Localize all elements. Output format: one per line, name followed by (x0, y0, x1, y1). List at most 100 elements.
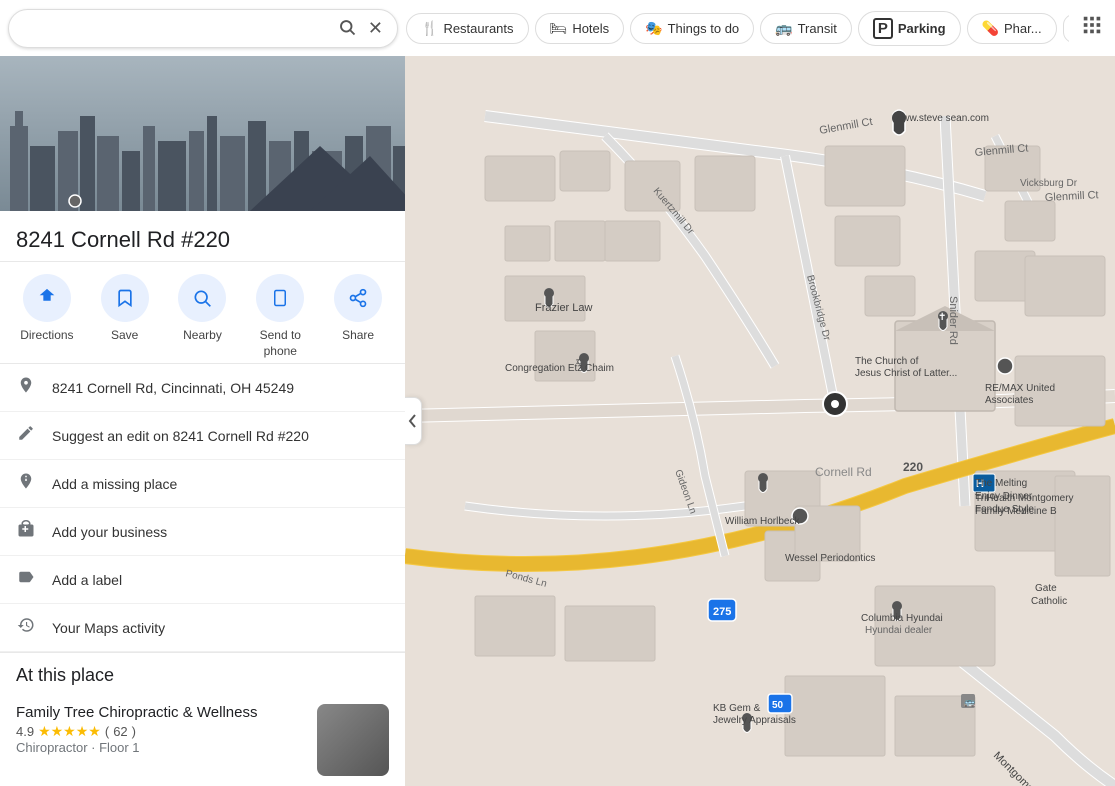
save-label: Save (111, 328, 138, 344)
directions-icon (23, 274, 71, 322)
stars-icon: ★★★★★ (38, 723, 101, 740)
left-panel: 8241 Cornell Rd #220 Directions Save (0, 56, 405, 786)
search-input[interactable]: 8241 Cornell Rd #220 (21, 20, 328, 37)
svg-text:Enjoy Dinner: Enjoy Dinner (975, 491, 1033, 502)
nearby-icon (178, 274, 226, 322)
svg-text:The Church of: The Church of (855, 356, 919, 367)
svg-text:Vicksburg Dr: Vicksburg Dr (1020, 178, 1078, 189)
address-list-text: 8241 Cornell Rd, Cincinnati, OH 45249 (52, 380, 294, 396)
tab-hotels[interactable]: 🛏 Hotels (535, 13, 625, 44)
map-container: ✡ ✝ (405, 56, 1115, 786)
svg-text:🚌: 🚌 (964, 697, 975, 707)
send-to-phone-button[interactable]: Send to phone (250, 274, 310, 359)
maps-activity-list-item[interactable]: Your Maps activity (0, 604, 405, 652)
place-name: Family Tree Chiropractic & Wellness (16, 704, 305, 721)
tab-pharmacy-label: Phar... (1004, 21, 1042, 36)
share-icon (334, 274, 382, 322)
more-button[interactable]: › (1063, 14, 1069, 43)
add-label-icon (16, 568, 36, 591)
clear-button[interactable]: ✕ (366, 16, 385, 41)
send-to-phone-icon (256, 274, 304, 322)
svg-text:220: 220 (903, 460, 923, 474)
hotels-icon: 🛏 (550, 20, 568, 37)
tab-things-label: Things to do (668, 21, 740, 36)
place-type: Chiropractor · Floor 1 (16, 740, 305, 755)
collapse-panel-button[interactable] (405, 397, 422, 445)
review-count: ( (105, 724, 109, 739)
tab-restaurants[interactable]: 🍴 Restaurants (406, 13, 529, 44)
review-count-value: 62 (113, 724, 127, 739)
edit-icon (16, 424, 36, 447)
svg-text:Hyundai dealer: Hyundai dealer (865, 625, 933, 636)
svg-text:Frazier Law: Frazier Law (535, 302, 593, 314)
directions-button[interactable]: Directions (17, 274, 77, 359)
svg-text:KB Gem &: KB Gem & (713, 703, 761, 714)
add-label-list-item[interactable]: Add a label (0, 556, 405, 604)
svg-text:Jewelry Appraisals: Jewelry Appraisals (713, 715, 796, 726)
svg-text:Fondue Style: Fondue Style (975, 504, 1034, 515)
maps-activity-text: Your Maps activity (52, 620, 165, 636)
pharmacy-icon: 💊 (982, 20, 999, 37)
grid-menu-button[interactable] (1077, 10, 1107, 46)
svg-text:William Horlbeck: William Horlbeck (725, 516, 800, 527)
map-thumbnail (0, 56, 405, 211)
add-label-text: Add a label (52, 572, 122, 588)
svg-text:Associates: Associates (985, 395, 1033, 406)
thumb-image (317, 704, 389, 776)
main-content: 8241 Cornell Rd #220 Directions Save (0, 56, 1115, 786)
share-button[interactable]: Share (328, 274, 388, 359)
send-to-phone-label: Send to phone (260, 328, 301, 359)
transit-icon: 🚌 (775, 20, 792, 37)
place-card[interactable]: Family Tree Chiropractic & Wellness 4.9 … (0, 692, 405, 786)
svg-text:Catholic: Catholic (1031, 596, 1067, 607)
tab-parking-label: Parking (898, 21, 946, 36)
svg-text:Congregation Etz Chaim: Congregation Etz Chaim (505, 363, 614, 374)
svg-text:50: 50 (772, 700, 784, 711)
tab-restaurants-label: Restaurants (443, 21, 513, 36)
place-thumbnail (317, 704, 389, 776)
svg-text:Cornell Rd: Cornell Rd (815, 465, 872, 479)
tab-things-to-do[interactable]: 🎭 Things to do (630, 13, 754, 44)
save-icon (101, 274, 149, 322)
svg-text:Gate: Gate (1035, 583, 1057, 594)
nearby-button[interactable]: Nearby (172, 274, 232, 359)
svg-text:Snider Rd: Snider Rd (947, 296, 959, 345)
parking-icon: P (873, 18, 893, 39)
add-business-text: Add your business (52, 524, 167, 540)
tab-transit-label: Transit (798, 21, 837, 36)
tab-transit[interactable]: 🚌 Transit (760, 13, 852, 44)
search-button[interactable] (336, 16, 358, 41)
rating-value: 4.9 (16, 724, 34, 739)
svg-text:RE/MAX United: RE/MAX United (985, 383, 1055, 394)
tab-hotels-label: Hotels (572, 21, 609, 36)
share-label: Share (342, 328, 374, 344)
suggest-edit-list-item[interactable]: Suggest an edit on 8241 Cornell Rd #220 (0, 412, 405, 460)
suggest-edit-text: Suggest an edit on 8241 Cornell Rd #220 (52, 428, 309, 444)
place-card-info: Family Tree Chiropractic & Wellness 4.9 … (16, 704, 305, 755)
directions-label: Directions (20, 328, 73, 344)
map-area[interactable]: ✡ ✝ (405, 56, 1115, 786)
add-missing-list-item[interactable]: Add a missing place (0, 460, 405, 508)
save-button[interactable]: Save (95, 274, 155, 359)
tab-parking[interactable]: P Parking (858, 11, 961, 46)
svg-text:Columbia Hyundai: Columbia Hyundai (861, 613, 943, 624)
top-bar: 8241 Cornell Rd #220 ✕ 🍴 Restaurants 🛏 H… (0, 0, 1115, 56)
address-title: 8241 Cornell Rd #220 (16, 227, 389, 253)
map-svg: ✡ ✝ (405, 56, 1115, 786)
add-business-icon (16, 520, 36, 543)
address-section: 8241 Cornell Rd #220 (0, 211, 405, 262)
at-this-place-header: At this place (0, 652, 405, 692)
svg-text:Jesus Christ of Latter...: Jesus Christ of Latter... (855, 368, 957, 379)
add-missing-text: Add a missing place (52, 476, 177, 492)
svg-text:✝: ✝ (938, 312, 946, 323)
svg-text:www.steve sean.com: www.steve sean.com (894, 113, 989, 124)
things-icon: 🎭 (645, 20, 662, 37)
svg-text:Wessel Periodontics: Wessel Periodontics (785, 553, 875, 564)
restaurants-icon: 🍴 (421, 20, 438, 37)
search-box: 8241 Cornell Rd #220 ✕ (8, 9, 398, 48)
add-missing-icon (16, 472, 36, 495)
address-list-item[interactable]: 8241 Cornell Rd, Cincinnati, OH 45249 (0, 364, 405, 412)
svg-text:275: 275 (713, 606, 731, 618)
tab-pharmacy[interactable]: 💊 Phar... (967, 13, 1057, 44)
add-business-list-item[interactable]: Add your business (0, 508, 405, 556)
